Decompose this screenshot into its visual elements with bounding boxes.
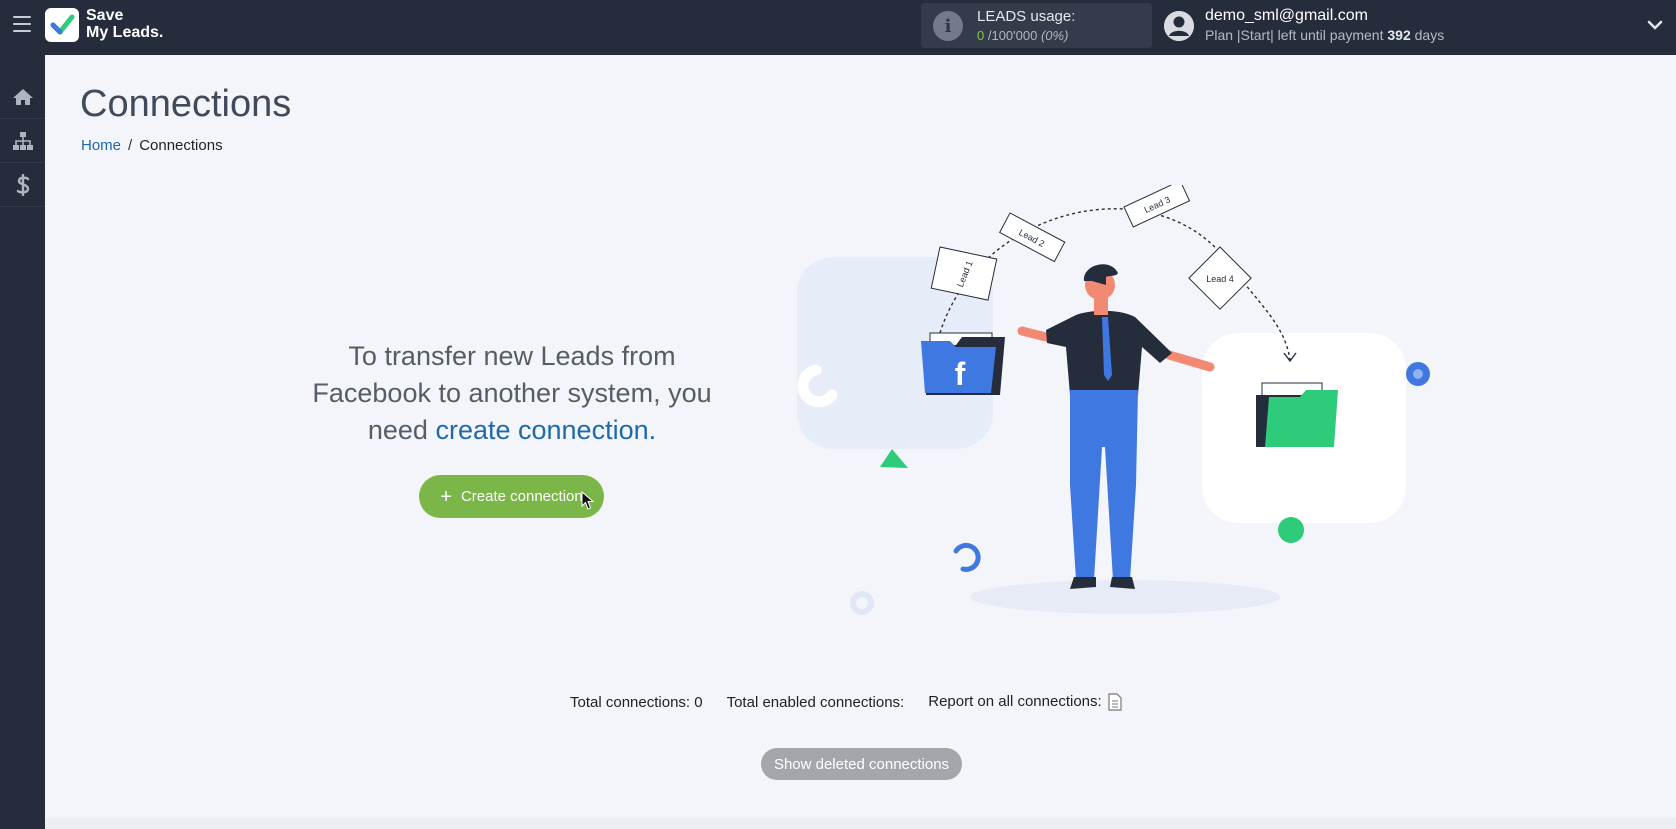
decoration-blue-ring-inner [1413, 369, 1423, 379]
facebook-letter: f [955, 356, 966, 392]
connections-illustration: Lead 1 Lead 2 Lead 3 Lead 4 f [797, 185, 1430, 615]
chevron-down-icon[interactable] [1645, 15, 1665, 35]
create-connection-link[interactable]: create connection [435, 415, 648, 445]
create-connection-button[interactable]: + Create connection [419, 475, 604, 518]
days-left-value: 392 [1387, 27, 1411, 43]
breadcrumb: Home / Connections [81, 137, 223, 154]
plus-icon: + [440, 485, 452, 508]
leads-usage-title: LEADS usage: [977, 8, 1076, 25]
total-connections-value: 0 [694, 693, 703, 711]
sitemap-icon [12, 131, 33, 150]
total-connections: Total connections: 0 [570, 694, 703, 711]
days-suffix: days [1414, 27, 1445, 43]
menu-icon[interactable] [13, 16, 31, 32]
logo-line-2: My Leads. [86, 24, 164, 41]
info-icon[interactable]: i [933, 11, 963, 41]
leads-percent: (0%) [1040, 28, 1069, 43]
promo-period: . [648, 415, 657, 445]
sidebar-item-billing[interactable] [0, 163, 45, 207]
home-icon [12, 88, 33, 105]
leads-used: 0 [977, 28, 985, 43]
total-enabled-label: Total enabled connections: [726, 693, 905, 711]
target-folder-icon [1256, 382, 1338, 447]
leads-usage-panel: i LEADS usage: 0 /100'000 (0%) [921, 3, 1152, 48]
decoration-blue-arc [953, 542, 981, 572]
page-title: Connections [80, 83, 292, 125]
breadcrumb-home[interactable]: Home [81, 137, 121, 154]
decoration-light-ring [850, 591, 874, 615]
breadcrumb-separator: / [128, 137, 133, 154]
lead-label-4: Lead 4 [1206, 274, 1234, 284]
report-all-connections: Report on all connections: [928, 693, 1122, 711]
document-icon[interactable] [1108, 693, 1122, 711]
decoration-green-dot [1278, 517, 1304, 543]
footer-divider [45, 818, 1676, 829]
user-email[interactable]: demo_sml@gmail.com [1205, 7, 1368, 25]
breadcrumb-current: Connections [139, 137, 223, 154]
empty-state-message: To transfer new Leads from Facebook to a… [282, 338, 742, 449]
person-figure [1017, 264, 1215, 589]
plan-text: Plan |Start| left until payment [1205, 27, 1384, 43]
logo-icon[interactable] [45, 8, 79, 42]
promo-line-3-prefix: need [367, 415, 428, 445]
promo-line-3: need create connection. [282, 412, 742, 449]
leads-limit: /100'000 [987, 28, 1038, 43]
mouse-cursor-icon [581, 491, 595, 510]
decoration-green-triangle [880, 449, 908, 468]
lead-card-3: Lead 3 [1123, 185, 1191, 228]
logo-text[interactable]: Save My Leads. [86, 7, 163, 41]
sidebar-item-connections[interactable] [0, 119, 45, 163]
connections-stats: Total connections: 0 Total enabled conne… [570, 693, 1122, 711]
total-enabled-connections: Total enabled connections: [727, 694, 905, 711]
user-avatar-icon[interactable] [1164, 11, 1194, 41]
sidebar-item-home[interactable] [0, 75, 45, 119]
lead-card-2: Lead 2 [998, 212, 1066, 263]
facebook-folder-icon: f [921, 332, 1005, 395]
leads-usage-values: 0 /100'000 (0%) [977, 28, 1068, 43]
show-deleted-connections-button[interactable]: Show deleted connections [761, 748, 962, 780]
promo-line-1: To transfer new Leads from [348, 341, 676, 371]
top-bar: Save My Leads. i LEADS usage: 0 /100'000… [0, 0, 1676, 55]
dollar-icon [16, 173, 29, 196]
sidebar [0, 55, 45, 829]
logo-line-1: Save [86, 7, 124, 24]
promo-line-2: Facebook to another system, you [312, 378, 712, 408]
create-connection-label: Create connection [460, 488, 583, 505]
total-connections-label: Total connections: [570, 693, 691, 711]
user-plan: Plan |Start| left until payment 392 days [1205, 27, 1444, 43]
lead-card-4: Lead 4 [1188, 246, 1252, 310]
report-label: Report on all connections: [928, 693, 1102, 710]
